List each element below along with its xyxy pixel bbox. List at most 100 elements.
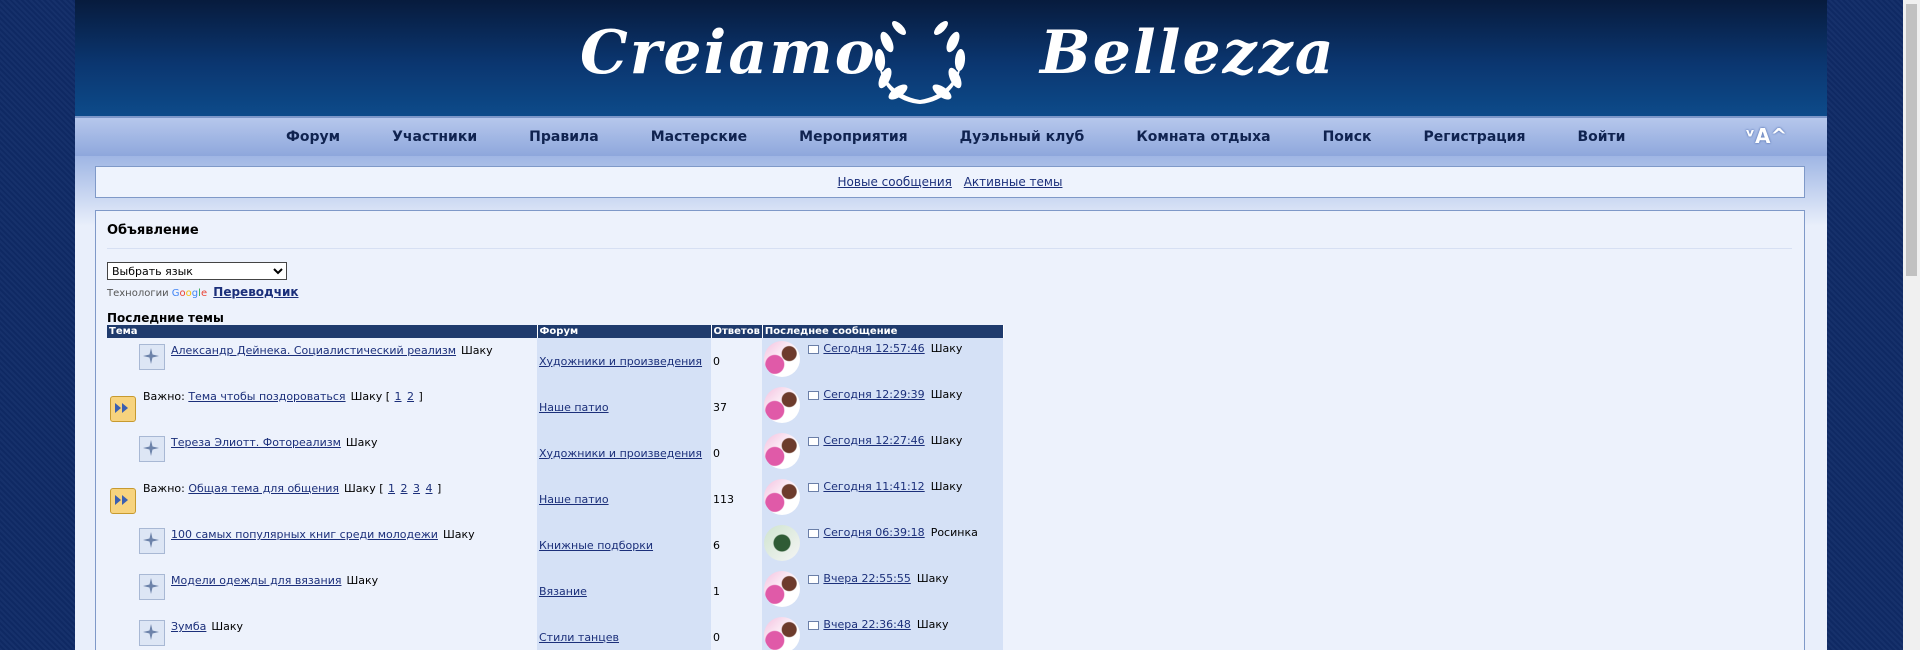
page-scrollbar[interactable]: [1903, 0, 1920, 650]
announcement-title: Объявление: [107, 223, 199, 238]
last-post-link[interactable]: Вчера 22:36:48: [823, 618, 910, 631]
last-post-cell: Сегодня 12:29:39 Шаку: [762, 384, 1004, 430]
nav-item-login[interactable]: Войти: [1577, 129, 1625, 145]
table-row: Важно: Тема чтобы поздороваться Шаку [ 1 …: [107, 384, 1004, 430]
topic-cell: 100 самых популярных книг среди молодежи…: [107, 522, 537, 568]
forum-cell: Вязание: [537, 568, 711, 614]
last-post-link[interactable]: Сегодня 12:57:46: [823, 342, 924, 355]
topic-pages: [ 1 2 ]: [385, 390, 423, 403]
last-post-author: Шаку: [916, 618, 949, 631]
replies-cell: 0: [711, 430, 763, 476]
announcement-panel: Объявление Выбрать язык Технологии Googl…: [95, 210, 1805, 650]
powered-prefix: Технологии: [107, 288, 169, 299]
topic-line: Александр Дейнека. Социалистический реал…: [171, 344, 493, 357]
avatar[interactable]: [764, 479, 801, 515]
last-post-author: Шаку: [930, 434, 963, 447]
forum-link[interactable]: Наше патио: [539, 493, 609, 506]
topic-author: Шаку: [442, 528, 475, 541]
nav-item-events[interactable]: Мероприятия: [799, 129, 907, 145]
last-post-icon[interactable]: [808, 528, 820, 538]
topic-link[interactable]: Зумба: [171, 620, 206, 633]
nav-item-lounge[interactable]: Комната отдыха: [1136, 129, 1270, 145]
last-post-link[interactable]: Сегодня 12:29:39: [823, 388, 924, 401]
last-post-author: Шаку: [930, 342, 963, 355]
last-post-icon[interactable]: [808, 344, 820, 354]
topic-link[interactable]: 100 самых популярных книг среди молодежи: [171, 528, 438, 541]
forum-link[interactable]: Книжные подборки: [539, 539, 653, 552]
page-link[interactable]: 4: [426, 482, 433, 495]
avatar[interactable]: [764, 571, 801, 607]
table-row: Александр Дейнека. Социалистический реал…: [107, 338, 1004, 384]
last-post-link[interactable]: Сегодня 06:39:18: [823, 526, 924, 539]
sticky-prefix: Важно:: [143, 390, 185, 403]
topic-link[interactable]: Александр Дейнека. Социалистический реал…: [171, 344, 456, 357]
table-header-row: Тема Форум Ответов Последнее сообщение: [107, 325, 1004, 338]
last-post-icon[interactable]: [808, 390, 820, 400]
replies-cell: 37: [711, 384, 763, 430]
forum-link[interactable]: Вязание: [539, 585, 587, 598]
nav-item-rules[interactable]: Правила: [529, 129, 599, 145]
topic-link[interactable]: Тереза Элиотт. Фотореализм: [171, 436, 341, 449]
last-post-icon[interactable]: [808, 482, 820, 492]
last-post-link[interactable]: Сегодня 12:27:46: [823, 434, 924, 447]
nav-item-forum[interactable]: Форум: [286, 129, 340, 145]
topic-line: Зумба Шаку: [171, 620, 243, 633]
header-last-post: Последнее сообщение: [762, 325, 1004, 338]
avatar[interactable]: [764, 433, 801, 469]
nav-item-members[interactable]: Участники: [392, 129, 477, 145]
topic-link[interactable]: Общая тема для общения: [188, 482, 339, 495]
avatar[interactable]: [764, 341, 801, 377]
forum-link[interactable]: Художники и произведения: [539, 447, 702, 460]
forum-cell: Наше патио: [537, 476, 711, 522]
nav-item-duel-club[interactable]: Дуэльный клуб: [960, 129, 1085, 145]
topic-link[interactable]: Тема чтобы поздороваться: [188, 390, 345, 403]
nav-item-search[interactable]: Поиск: [1323, 129, 1372, 145]
page-link[interactable]: 3: [413, 482, 420, 495]
header-replies: Ответов: [711, 325, 763, 338]
google-translate-credit: Технологии Google Переводчик: [107, 285, 299, 299]
last-post-author: Росинка: [930, 526, 978, 539]
last-post-icon[interactable]: [808, 436, 820, 446]
page-link[interactable]: 1: [388, 482, 395, 495]
nav-item-workshops[interactable]: Мастерские: [651, 129, 747, 145]
topic-line: Важно: Тема чтобы поздороваться Шаку [ 1 …: [143, 390, 423, 403]
forum-link[interactable]: Стили танцев: [539, 631, 619, 644]
table-row: Тереза Элиотт. Фотореализм Шаку Художники…: [107, 430, 1004, 476]
new-posts-link[interactable]: Новые сообщения: [838, 175, 952, 189]
language-select[interactable]: Выбрать язык: [107, 262, 287, 280]
last-post-cell: Вчера 22:36:48 Шаку: [762, 614, 1004, 650]
topic-cell: Тереза Элиотт. Фотореализм Шаку: [107, 430, 537, 476]
main-navigation: Форум Участники Правила Мастерские Мероп…: [75, 118, 1827, 157]
last-post-line: Сегодня 12:29:39 Шаку: [808, 388, 962, 401]
avatar[interactable]: [764, 617, 801, 650]
forum-link[interactable]: Наше патио: [539, 401, 609, 414]
topic-icon: [139, 620, 165, 646]
replies-cell: 6: [711, 522, 763, 568]
topic-link[interactable]: Модели одежды для вязания: [171, 574, 341, 587]
table-row: Зумба Шаку Стили танцев 0 Вчера 22:36:48 Ш…: [107, 614, 1004, 650]
announcement-divider: [107, 248, 1792, 249]
forum-cell: Художники и произведения: [537, 338, 711, 384]
last-post-icon[interactable]: [808, 574, 820, 584]
scrollbar-thumb[interactable]: [1906, 4, 1917, 276]
topic-author: Шаку: [345, 436, 378, 449]
page-link[interactable]: 2: [407, 390, 414, 403]
last-post-link[interactable]: Сегодня 11:41:12: [823, 480, 924, 493]
active-topics-link[interactable]: Активные темы: [964, 175, 1063, 189]
table-row: 100 самых популярных книг среди молодежи…: [107, 522, 1004, 568]
page-link[interactable]: 1: [395, 390, 402, 403]
font-size-control[interactable]: ᵛA^: [1745, 124, 1787, 148]
avatar[interactable]: [764, 525, 801, 561]
topic-author: Шаку: [350, 390, 383, 403]
forum-link[interactable]: Художники и произведения: [539, 355, 702, 368]
translator-link[interactable]: Переводчик: [213, 285, 298, 299]
banner-title-left: Creiamo: [580, 18, 877, 88]
avatar[interactable]: [764, 387, 801, 423]
table-row: Модели одежды для вязания Шаку Вязание 1 …: [107, 568, 1004, 614]
forum-cell: Стили танцев: [537, 614, 711, 650]
nav-item-register[interactable]: Регистрация: [1424, 129, 1526, 145]
last-post-icon[interactable]: [808, 620, 820, 630]
last-post-link[interactable]: Вчера 22:55:55: [823, 572, 910, 585]
google-logo: Google: [171, 288, 208, 299]
page-link[interactable]: 2: [401, 482, 408, 495]
